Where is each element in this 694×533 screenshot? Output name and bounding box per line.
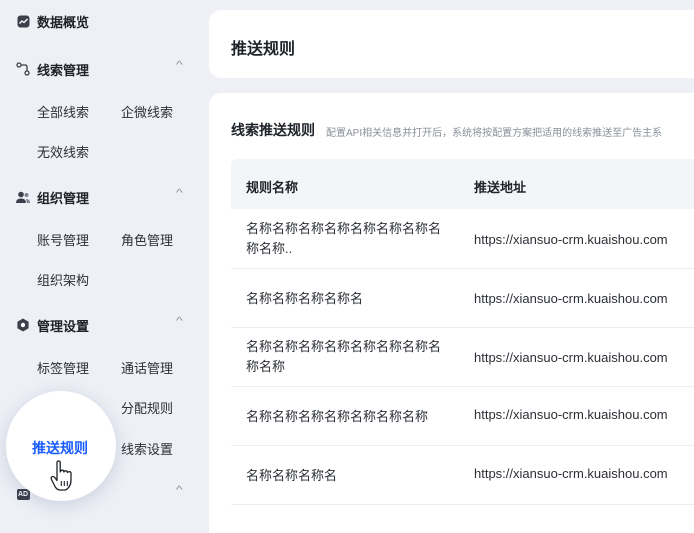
rule-name: 名称名称名称名称名	[246, 291, 364, 306]
sidebar-item-push-rules[interactable]: 推送规则	[32, 438, 88, 458]
table-row[interactable]: 名称名称名称名称名称名称名称 https://xiansuo-crm.kuais…	[231, 387, 694, 446]
table-header: 规则名称 推送地址	[231, 159, 694, 209]
users-icon	[16, 190, 30, 204]
sidebar-item-calls[interactable]: 通话管理	[121, 358, 173, 377]
sidebar-group-settings[interactable]: 管理设置 ^	[16, 313, 188, 337]
chevron-up-icon[interactable]: ^	[176, 485, 183, 496]
sidebar-item-label: 数据概览	[37, 14, 90, 30]
chart-icon	[16, 14, 30, 28]
rule-name: 名称名称名称名	[246, 468, 338, 483]
sidebar-group-label: 线索管理	[37, 62, 90, 78]
page-title: 推送规则	[231, 41, 296, 58]
sidebar-item-all-leads[interactable]: 全部线索	[37, 102, 89, 121]
sidebar-item-wecom-leads[interactable]: 企微线索	[121, 102, 173, 121]
sidebar-item-roles[interactable]: 角色管理	[121, 230, 173, 249]
rule-url: https://xiansuo-crm.kuaishou.com	[474, 232, 668, 247]
section-description: 配置API相关信息并打开后，系统将按配置方案把适用的线索推送至广告主系	[326, 128, 663, 139]
rule-name: 名称名称名称名称名称名称名称	[246, 409, 429, 424]
chevron-up-icon[interactable]: ^	[176, 60, 183, 71]
table-row[interactable]: 名称名称名称名称名称名称名称名称名称.. https://xiansuo-crm…	[231, 210, 694, 269]
table-row[interactable]: 名称名称名称名 https://xiansuo-crm.kuaishou.com	[231, 446, 694, 505]
sidebar-item-lead-settings[interactable]: 线索设置	[121, 439, 173, 458]
rule-url: https://xiansuo-crm.kuaishou.com	[474, 291, 668, 306]
table-row[interactable]: 名称名称名称名称名 https://xiansuo-crm.kuaishou.c…	[231, 269, 694, 328]
rule-name: 名称名称名称名称名称名称名称名称名称..	[246, 221, 442, 256]
sidebar-item-invalid-leads[interactable]: 无效线索	[37, 142, 89, 161]
flow-icon	[16, 62, 30, 76]
sidebar-item-overview[interactable]: 数据概览	[16, 9, 188, 33]
table-row[interactable]: 名称名称名称名称名称名称名称名称名称 https://xiansuo-crm.k…	[231, 328, 694, 387]
sidebar-item-org-structure[interactable]: 组织架构	[37, 270, 89, 289]
section-title: 线索推送规则	[231, 122, 315, 138]
settings-icon	[16, 318, 30, 332]
chevron-up-icon[interactable]: ^	[176, 316, 183, 327]
column-header-name: 规则名称	[246, 180, 299, 195]
sidebar-item-tags[interactable]: 标签管理	[37, 358, 89, 377]
sidebar-group-leads[interactable]: 线索管理 ^	[16, 57, 188, 81]
page-header: 推送规则	[209, 10, 694, 78]
rule-url: https://xiansuo-crm.kuaishou.com	[474, 407, 668, 422]
hand-pointer-icon	[49, 460, 75, 497]
rule-url: https://xiansuo-crm.kuaishou.com	[474, 466, 668, 481]
column-header-url: 推送地址	[474, 180, 527, 195]
chevron-up-icon[interactable]: ^	[176, 188, 183, 199]
sidebar-item-accounts[interactable]: 账号管理	[37, 230, 89, 249]
rule-name: 名称名称名称名称名称名称名称名称名称	[246, 339, 442, 374]
sidebar-item-assign-rules[interactable]: 分配规则	[121, 398, 173, 417]
sidebar-group-label: 组织管理	[37, 190, 90, 206]
sidebar-group-org[interactable]: 组织管理 ^	[16, 185, 188, 209]
rules-card: 线索推送规则 配置API相关信息并打开后，系统将按配置方案把适用的线索推送至广告…	[209, 93, 694, 533]
rule-url: https://xiansuo-crm.kuaishou.com	[474, 350, 668, 365]
sidebar-group-label: 管理设置	[37, 318, 90, 334]
